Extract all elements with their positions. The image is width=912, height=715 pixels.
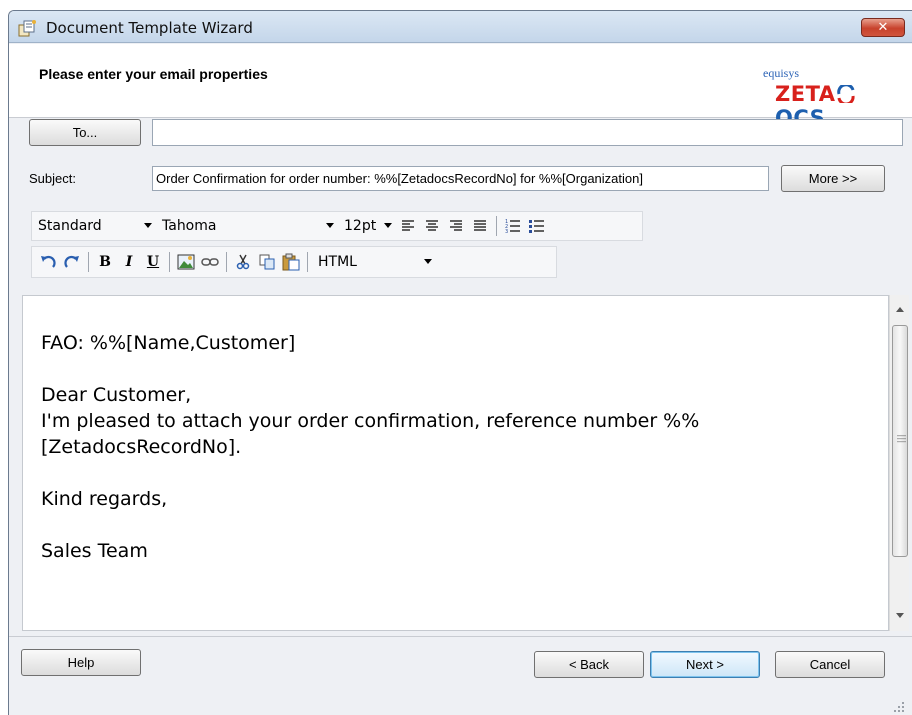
insert-link-icon[interactable] [198,250,222,274]
body-blank-line [41,460,699,486]
bullet-list-icon[interactable] [525,214,549,238]
toolbar-divider [226,252,227,272]
style-dropdown-value: Standard [38,218,102,234]
to-button[interactable]: To... [29,119,141,146]
align-right-icon[interactable] [444,214,468,238]
italic-icon[interactable]: I [117,250,141,274]
numbered-list-icon[interactable]: 123 [501,214,525,238]
next-button[interactable]: Next > [650,651,760,678]
toolbar-divider [496,216,497,236]
help-button[interactable]: Help [21,649,141,676]
paste-icon[interactable] [279,250,303,274]
chevron-down-icon [384,223,392,228]
zetadocs-logo: equisys ZETAOCS [763,66,903,130]
size-dropdown-value: 12pt [344,218,377,234]
document-wizard-icon [18,20,36,37]
scroll-down-icon[interactable] [896,613,904,618]
bold-icon[interactable]: B [93,250,117,274]
cut-icon[interactable] [231,250,255,274]
back-button[interactable]: < Back [534,651,644,678]
body-line: Dear Customer, [41,384,192,406]
font-dropdown[interactable]: Tahoma [156,213,338,239]
redo-icon[interactable] [60,250,84,274]
to-field[interactable] [152,119,903,146]
scroll-thumb[interactable]: — — — [892,325,908,557]
format-dropdown[interactable]: HTML [312,249,436,275]
scroll-up-icon[interactable] [896,307,904,312]
resize-grip-icon[interactable] [893,701,905,713]
body-blank-line [41,512,699,538]
body-line: I'm pleased to attach your order confirm… [41,410,700,432]
svg-text:3: 3 [505,229,508,233]
cancel-button[interactable]: Cancel [775,651,885,678]
wizard-footer: Help < Back Next > Cancel [9,636,912,715]
page-title: Please enter your email properties [39,66,268,82]
grip-icon: — — — [897,430,906,446]
chevron-down-icon [144,223,152,228]
subject-field[interactable]: Order Confirmation for order number: %%[… [152,166,769,191]
align-center-icon[interactable] [420,214,444,238]
body-line: FAO: %%[Name,Customer] [41,332,296,354]
align-justify-icon[interactable] [468,214,492,238]
toolbar-divider [169,252,170,272]
window-title: Document Template Wizard [46,19,253,37]
email-body-text: FAO: %%[Name,Customer] Dear Customer, I'… [41,330,699,564]
body-line: Sales Team [41,540,148,562]
wizard-header: Please enter your email properties equis… [9,44,912,130]
align-left-icon[interactable] [396,214,420,238]
style-dropdown[interactable]: Standard [32,213,156,239]
chevron-down-icon [424,259,432,264]
email-body-editor[interactable]: FAO: %%[Name,Customer] Dear Customer, I'… [22,295,889,631]
insert-image-icon[interactable] [174,250,198,274]
logo-zeta-part: ZETA [775,82,836,106]
body-line: [ZetadocsRecordNo]. [41,436,242,458]
more-button[interactable]: More >> [781,165,885,192]
font-dropdown-value: Tahoma [162,218,217,234]
undo-icon[interactable] [36,250,60,274]
edit-toolbar: B I U HTML [31,246,557,278]
editor-scrollbar[interactable]: — — — [889,295,909,631]
toolbar-divider [88,252,89,272]
subject-label: Subject: [29,171,76,186]
copy-icon[interactable] [255,250,279,274]
chevron-down-icon [326,223,334,228]
logo-d-swirl-icon [836,83,855,106]
underline-icon[interactable]: U [141,250,165,274]
format-dropdown-value: HTML [318,254,357,270]
title-bar[interactable]: Document Template Wizard ✕ [9,11,912,43]
body-line: Kind regards, [41,488,168,510]
wizard-window: Document Template Wizard ✕ Please enter … [8,10,912,715]
format-toolbar: Standard Tahoma 12pt 123 [31,211,643,241]
toolbar-divider [307,252,308,272]
size-dropdown[interactable]: 12pt [338,213,396,239]
logo-equisys-text: equisys [763,66,799,80]
close-button[interactable]: ✕ [861,18,905,37]
body-blank-line [41,356,699,382]
